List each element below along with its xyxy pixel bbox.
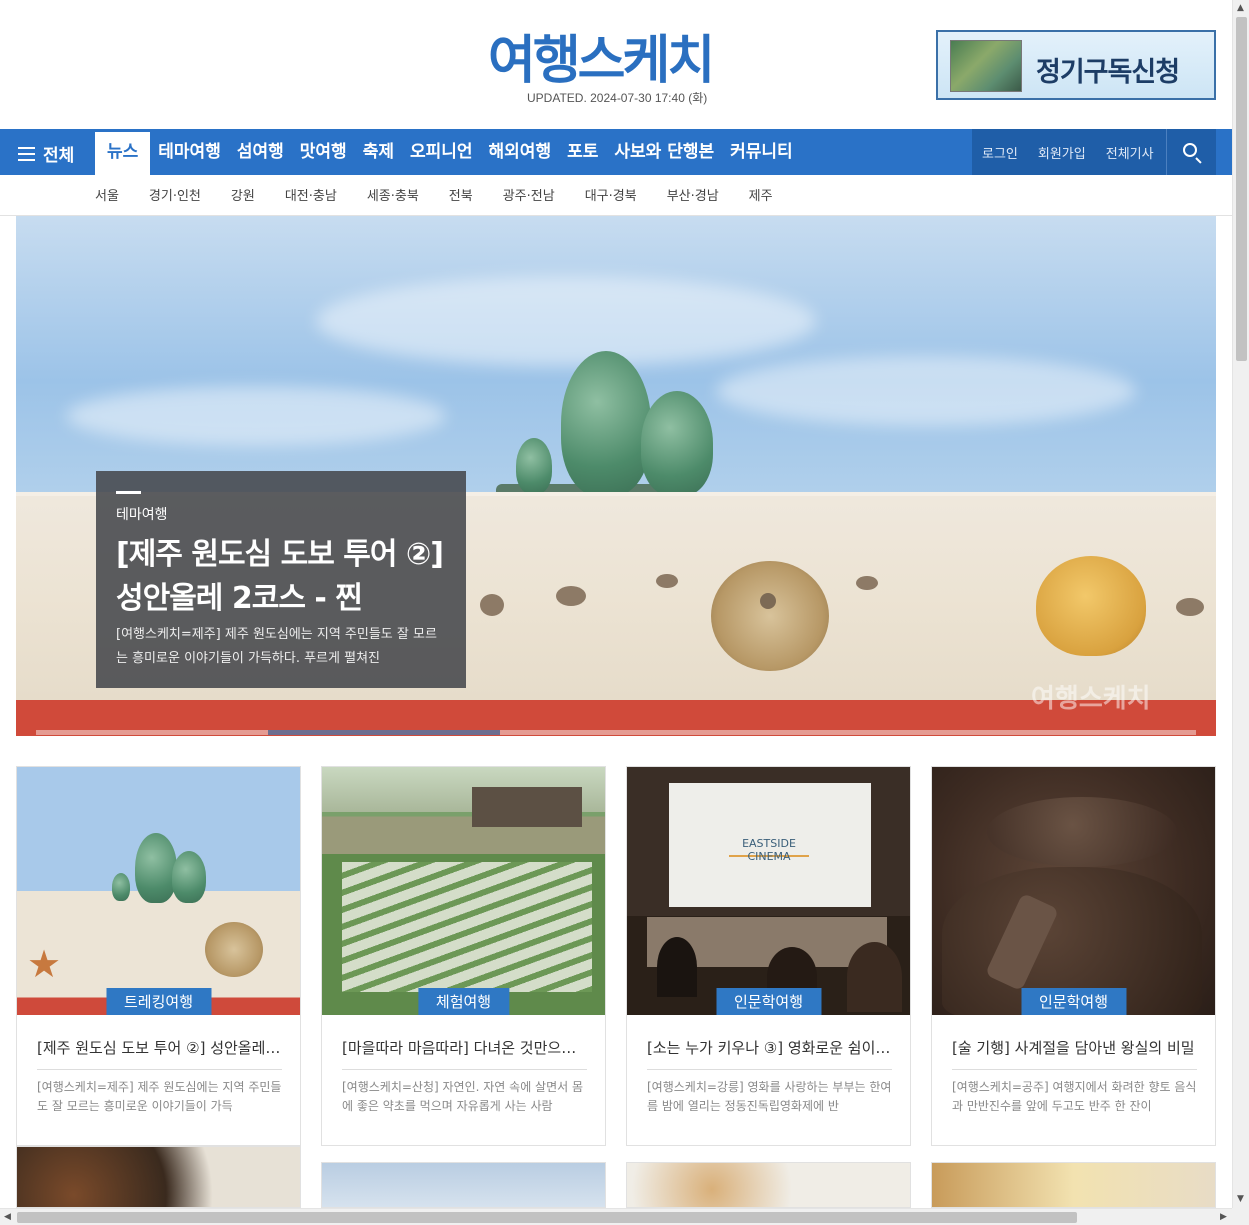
hero-title[interactable]: [제주 원도심 도보 투어 ②] 성안올레 2코스 - 찐 — [116, 533, 446, 621]
horizontal-scrollbar[interactable]: ◀ ▶ — [0, 1208, 1232, 1225]
subnav-item-busan[interactable]: 부산·경남 — [667, 185, 749, 204]
subnav-item-daejeon[interactable]: 대전·충남 — [285, 185, 367, 204]
article-thumbnail[interactable] — [322, 767, 605, 1015]
nav-item-photo[interactable]: 포토 — [559, 129, 606, 175]
category-badge[interactable]: 인문학여행 — [1020, 988, 1127, 1015]
article-title[interactable]: [소는 누가 키우나 ③] 영화로운 쉼이 있는 — [647, 1037, 892, 1058]
site-header: 여행스케치 UPDATED. 2024-07-30 17:40 (화) 정기구독… — [0, 0, 1232, 129]
hero-caption[interactable]: 테마여행 [제주 원도심 도보 투어 ②] 성안올레 2코스 - 찐 [여행스케… — [96, 471, 466, 688]
search-icon — [1183, 143, 1197, 157]
nav-item-food-travel[interactable]: 맛여행 — [292, 129, 355, 175]
nav-all-menu-button[interactable]: 전체 — [18, 141, 74, 166]
article-summary: [여행스케치=공주] 여행지에서 화려한 향토 음식과 만반진수를 앞에 두고도… — [952, 1080, 1197, 1113]
slider-progress — [36, 730, 1196, 735]
category-badge[interactable]: 트레킹여행 — [105, 988, 212, 1015]
article-card-thumbnail[interactable] — [16, 1146, 301, 1208]
scroll-right-icon[interactable]: ▶ — [1220, 1212, 1227, 1222]
article-card-thumbnail[interactable] — [626, 1162, 911, 1208]
subnav-item-seoul[interactable]: 서울 — [95, 185, 149, 204]
subnav-item-daegu[interactable]: 대구·경북 — [585, 185, 667, 204]
subnav-item-gyeonggi[interactable]: 경기·인천 — [149, 185, 231, 204]
nav-all-label: 전체 — [43, 146, 75, 166]
article-thumbnail[interactable]: ★ — [17, 767, 300, 1015]
nav-items: 뉴스 테마여행 섬여행 맛여행 축제 오피니언 해외여행 포토 사보와 단행본 … — [95, 129, 801, 175]
nav-item-theme-travel[interactable]: 테마여행 — [150, 129, 229, 175]
magazine-cover-thumbnail — [950, 40, 1022, 92]
vertical-scroll-thumb[interactable] — [1236, 17, 1247, 361]
article-summary: [여행스케치=강릉] 영화를 사랑하는 부부는 한여름 밤에 열리는 정동진독립… — [647, 1080, 892, 1113]
article-thumbnail[interactable] — [932, 767, 1215, 1015]
projection-screen: EASTSIDE CINEMA — [669, 783, 871, 907]
starfish-icon: ★ — [27, 942, 62, 986]
nav-item-opinion[interactable]: 오피니언 — [402, 129, 481, 175]
article-title[interactable]: [마을따라 마음따라] 다녀온 것만으로도 — [342, 1037, 587, 1058]
search-button[interactable] — [1166, 129, 1216, 175]
nav-item-festival[interactable]: 축제 — [355, 129, 402, 175]
watermark-logo: 여행스케치 — [1031, 684, 1151, 714]
nav-item-news[interactable]: 뉴스 — [95, 132, 151, 175]
updated-timestamp: UPDATED. 2024-07-30 17:40 (화) — [527, 91, 708, 105]
hamburger-icon — [18, 146, 35, 161]
nav-item-island-travel[interactable]: 섬여행 — [229, 129, 292, 175]
nav-item-books[interactable]: 사보와 단행본 — [606, 129, 722, 175]
article-card[interactable]: 인문학여행 [술 기행] 사계절을 담아낸 왕실의 비밀 [여행스케치=공주] … — [931, 766, 1216, 1146]
article-card[interactable]: ★ 트레킹여행 [제주 원도심 도보 투어 ②] 성안올레 2코스 - 찐 [여… — [16, 766, 301, 1146]
article-thumbnail[interactable]: EASTSIDE CINEMA — [627, 767, 910, 1015]
subnav-item-gangwon[interactable]: 강원 — [231, 185, 285, 204]
signup-link[interactable]: 회원가입 — [1028, 143, 1096, 162]
nav-item-overseas[interactable]: 해외여행 — [481, 129, 560, 175]
subscribe-banner[interactable]: 정기구독신청 — [936, 30, 1216, 100]
main-nav: 전체 뉴스 테마여행 섬여행 맛여행 축제 오피니언 해외여행 포토 사보와 단… — [0, 129, 1232, 175]
all-articles-link[interactable]: 전체기사 — [1096, 143, 1164, 162]
hero-description: [여행스케치=제주] 제주 원도심에는 지역 주민들도 잘 모르는 흥미로운 이… — [116, 627, 437, 666]
subnav-item-sejong[interactable]: 세종·충북 — [367, 185, 449, 204]
category-badge[interactable]: 체험여행 — [417, 988, 510, 1015]
article-summary: [여행스케치=제주] 제주 원도심에는 지역 주민들도 잘 모르는 흥미로운 이… — [37, 1080, 282, 1113]
article-title[interactable]: [제주 원도심 도보 투어 ②] 성안올레 2코스 - 찐 — [37, 1037, 282, 1058]
scroll-up-icon[interactable]: ▲ — [1237, 3, 1244, 13]
subnav-item-jeju[interactable]: 제주 — [749, 185, 803, 204]
article-card-thumbnail[interactable] — [321, 1162, 606, 1208]
scroll-down-icon[interactable]: ▼ — [1237, 1194, 1244, 1204]
article-card[interactable]: EASTSIDE CINEMA 인문학여행 [소는 누가 키우나 ③] 영화로운… — [626, 766, 911, 1146]
subnav-item-jeonbuk[interactable]: 전북 — [449, 185, 503, 204]
slider-progress-active[interactable] — [268, 730, 500, 735]
article-summary: [여행스케치=산청] 자연인. 자연 속에 살면서 몸에 좋은 약초를 먹으며 … — [342, 1080, 584, 1113]
hero-category: 테마여행 — [116, 507, 168, 523]
site-logo[interactable]: 여행스케치 — [488, 18, 715, 93]
horizontal-scroll-thumb[interactable] — [17, 1212, 1077, 1223]
article-card-thumbnail[interactable] — [931, 1162, 1216, 1208]
subnav-item-gwangju[interactable]: 광주·전남 — [503, 185, 585, 204]
vertical-scrollbar[interactable]: ▲ ▼ — [1232, 0, 1249, 1208]
category-badge[interactable]: 인문학여행 — [715, 988, 822, 1015]
scroll-left-icon[interactable]: ◀ — [4, 1212, 11, 1222]
shell-sculpture — [561, 351, 651, 496]
article-title[interactable]: [술 기행] 사계절을 담아낸 왕실의 비밀 — [952, 1037, 1197, 1058]
subscribe-label: 정기구독신청 — [1036, 57, 1180, 88]
region-subnav: 서울 경기·인천 강원 대전·충남 세종·충북 전북 광주·전남 대구·경북 부… — [0, 175, 1232, 216]
nav-item-community[interactable]: 커뮤니티 — [722, 129, 801, 175]
login-link[interactable]: 로그인 — [972, 143, 1028, 162]
article-card[interactable]: 체험여행 [마을따라 마음따라] 다녀온 것만으로도 [여행스케치=산청] 자연… — [321, 766, 606, 1146]
